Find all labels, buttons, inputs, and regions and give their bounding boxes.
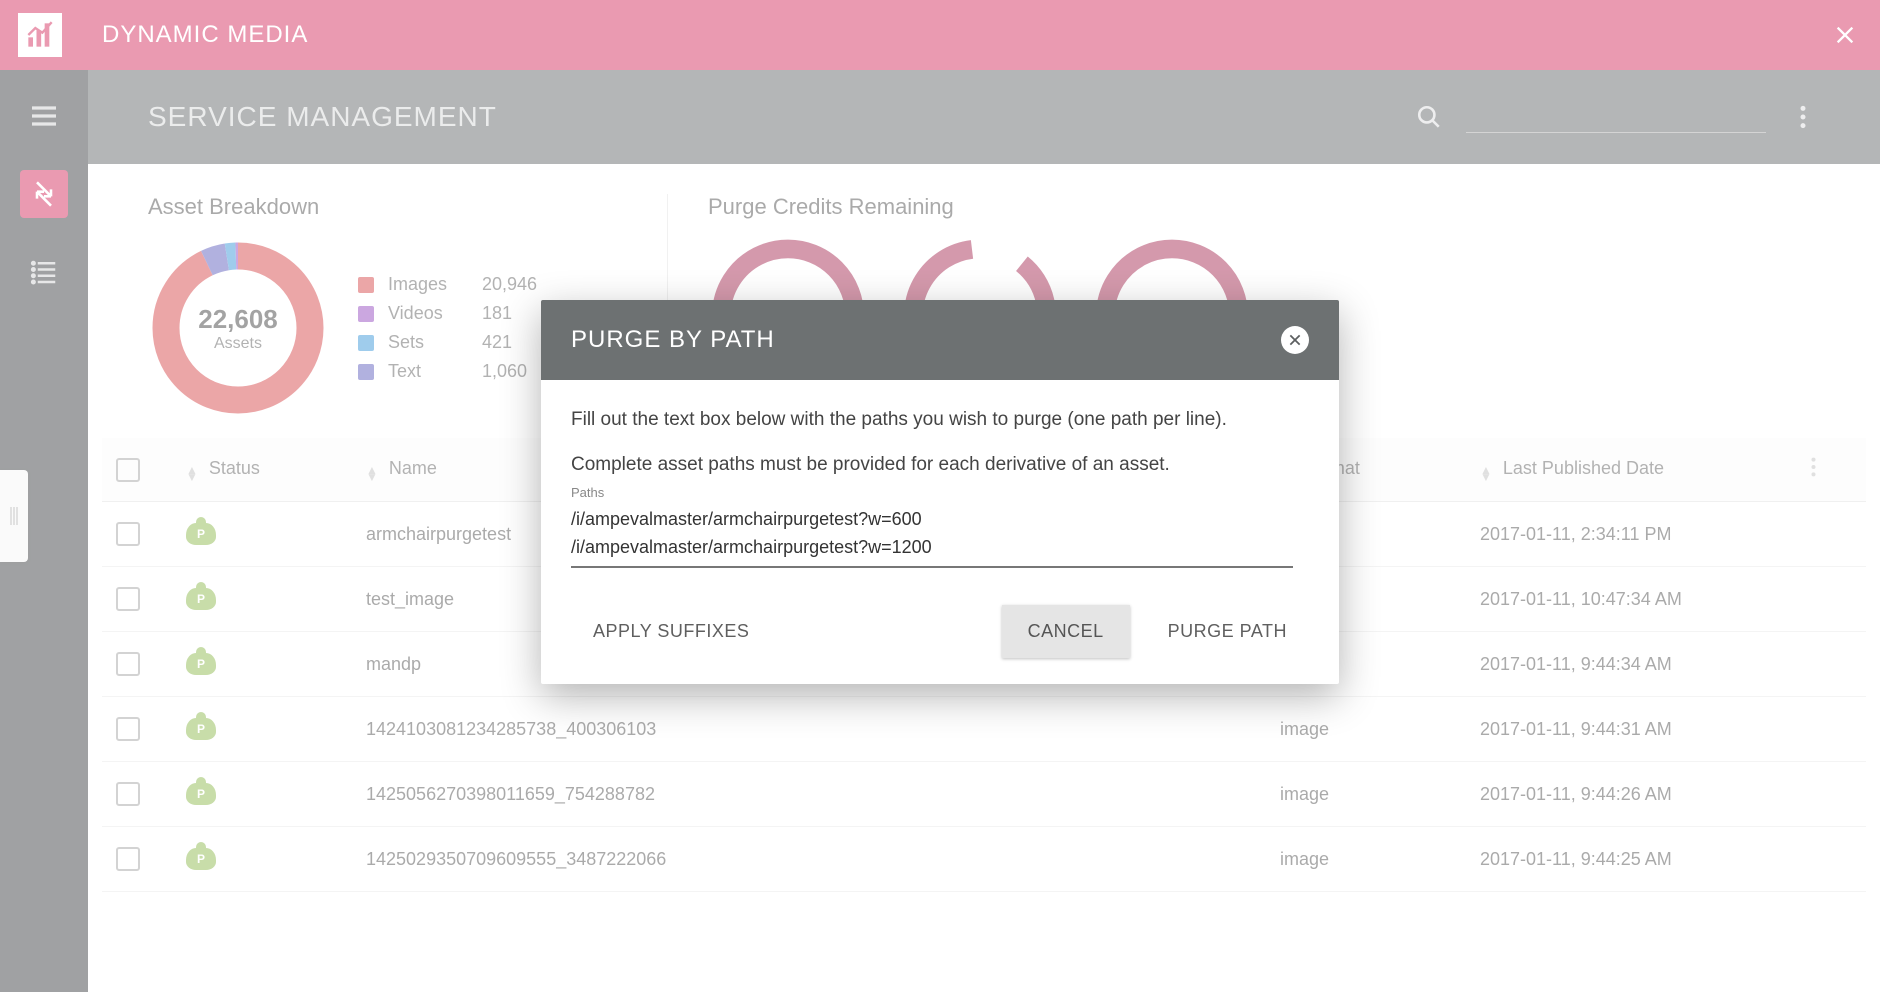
paths-input[interactable] bbox=[571, 502, 1293, 568]
cancel-button[interactable]: CANCEL bbox=[1002, 605, 1130, 658]
modal-body: Fill out the text box below with the pat… bbox=[541, 380, 1339, 585]
paths-field-label: Paths bbox=[571, 485, 1309, 500]
modal-instruction-1: Fill out the text box below with the pat… bbox=[571, 406, 1309, 435]
modal-actions: APPLY SUFFIXES CANCEL PURGE PATH bbox=[541, 585, 1339, 684]
modal-close-button[interactable] bbox=[1281, 326, 1309, 354]
apply-suffixes-button[interactable]: APPLY SUFFIXES bbox=[571, 607, 771, 656]
purge-modal: PURGE BY PATH Fill out the text box belo… bbox=[541, 300, 1339, 684]
close-icon bbox=[1288, 333, 1302, 347]
modal-title: PURGE BY PATH bbox=[571, 326, 775, 354]
modal-header: PURGE BY PATH bbox=[541, 300, 1339, 380]
modal-instruction-2: Complete asset paths must be provided fo… bbox=[571, 451, 1309, 480]
purge-path-button[interactable]: PURGE PATH bbox=[1146, 607, 1309, 656]
